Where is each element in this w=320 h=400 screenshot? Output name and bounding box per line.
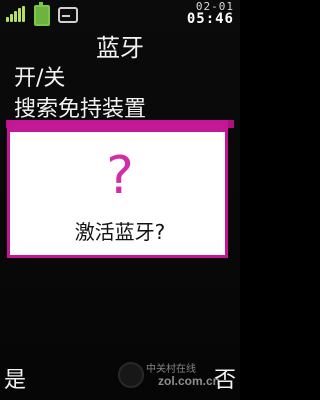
status-time: 05:46 <box>186 11 234 27</box>
phone-screen: 02-01 05:46 蓝牙 开/关 搜索免持装置 ? 激活蓝牙? 中关村在线 … <box>0 0 240 400</box>
battery-icon <box>34 2 50 26</box>
softkey-yes-button[interactable]: 是 <box>4 362 26 394</box>
question-icon: ? <box>106 146 134 206</box>
signal-icon <box>6 6 26 22</box>
status-bar: 02-01 05:46 <box>0 0 240 27</box>
softkey-no-button[interactable]: 否 <box>214 362 236 394</box>
dialog-top-bar <box>10 123 225 132</box>
softkey-bar: 是 否 <box>0 360 240 400</box>
page-title: 蓝牙 <box>96 34 144 62</box>
message-icon <box>58 7 78 23</box>
menu-item-search-handsfree[interactable]: 搜索免持装置 <box>14 91 146 123</box>
menu-item-toggle[interactable]: 开/关 <box>14 60 65 92</box>
dialog-message: 激活蓝牙? <box>74 220 166 244</box>
